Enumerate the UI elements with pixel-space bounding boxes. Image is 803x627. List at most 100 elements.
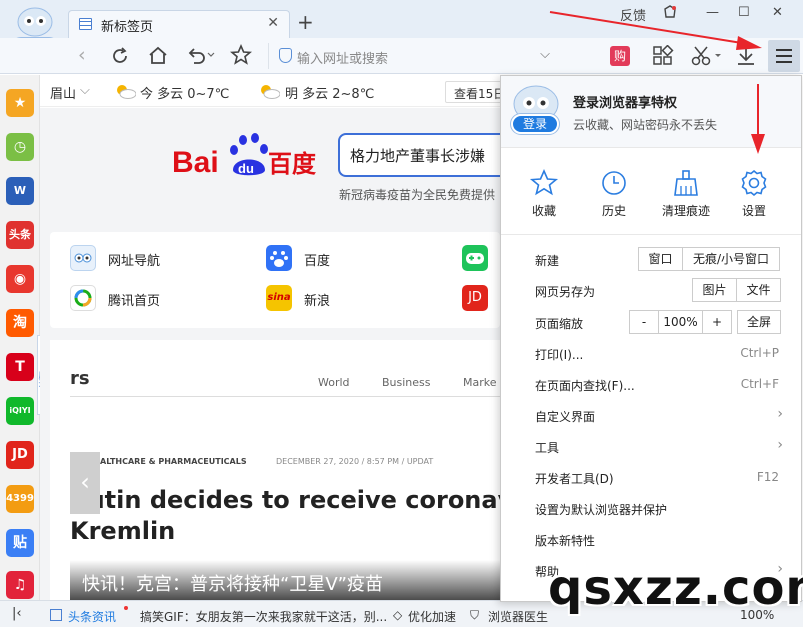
- menu-history-label[interactable]: 历史: [579, 202, 649, 219]
- site-grid: 网址导航 百度 腾讯首页 sina 新浪 JD: [50, 232, 500, 328]
- optimize-button[interactable]: 优化加速: [408, 608, 456, 625]
- notification-dot: [124, 606, 128, 610]
- news-headline[interactable]: Putin decides to receive coronavi: [70, 486, 500, 514]
- carousel-prev-button[interactable]: ‹: [70, 452, 100, 514]
- gear-icon[interactable]: [739, 168, 769, 198]
- chevron-right-icon: ›: [777, 437, 783, 453]
- logo-bai: Bai: [172, 146, 219, 179]
- menu-item-label: 自定义界面: [535, 410, 596, 424]
- address-input[interactable]: 输入网址或搜索: [297, 48, 388, 67]
- sidebar-item-iqiyi[interactable]: iQIYI: [6, 397, 34, 425]
- word-doc-icon[interactable]: W: [6, 177, 34, 205]
- menu-item-label: 工具: [535, 441, 560, 455]
- divider: [70, 396, 500, 397]
- menu-favorites-label[interactable]: 收藏: [509, 202, 579, 219]
- save-file-button[interactable]: 文件: [736, 278, 781, 302]
- fullscreen-button[interactable]: 全屏: [737, 310, 781, 334]
- new-private-window-button[interactable]: 无痕/小号窗口: [682, 247, 780, 271]
- menu-settings-label[interactable]: 设置: [719, 202, 789, 219]
- news-caption[interactable]: 快讯！克宫：普京将接种“卫星V”疫苗: [70, 560, 500, 600]
- menu-login-button[interactable]: 登录: [511, 114, 559, 134]
- news-nav-item[interactable]: Marke: [463, 376, 497, 389]
- news-category: ALTHCARE & PHARMACEUTICALS: [100, 457, 247, 466]
- shield-icon: ⛉: [470, 608, 480, 622]
- news-ticker[interactable]: 搞笑GIF：女朋友第一次来我家就干这活，别...: [140, 608, 387, 625]
- zoom-out-button[interactable]: -: [629, 310, 659, 334]
- sina-icon: sina: [266, 285, 292, 311]
- browser-doctor-button[interactable]: 浏览器医生: [488, 608, 548, 625]
- grid-icon: [79, 18, 92, 30]
- zoom-value: 100%: [658, 310, 703, 334]
- qq-icon: [70, 285, 96, 311]
- refresh-icon[interactable]: [110, 46, 130, 66]
- broom-icon[interactable]: [671, 168, 701, 198]
- site-link[interactable]: 腾讯首页: [108, 290, 160, 309]
- tab-new-tab[interactable]: 新标签页 ✕: [68, 10, 290, 38]
- home-icon[interactable]: [147, 45, 169, 65]
- site-link[interactable]: 百度: [304, 250, 330, 269]
- menu-item-label: 版本新特性: [535, 534, 596, 548]
- zoom-in-button[interactable]: +: [702, 310, 732, 334]
- annotation-arrow-icon: [549, 11, 762, 50]
- new-window-button[interactable]: 窗口: [638, 247, 683, 271]
- owl-icon: [70, 245, 96, 271]
- save-image-button[interactable]: 图片: [692, 278, 737, 302]
- favorites-star-icon[interactable]: ★: [6, 89, 34, 117]
- menu-item-shortcut: F12: [756, 470, 779, 484]
- close-window-button[interactable]: ✕: [772, 5, 783, 20]
- divider: [501, 234, 801, 235]
- sidebar-item-taobao[interactable]: 淘: [6, 309, 34, 337]
- menu-clear-label[interactable]: 清理痕迹: [651, 202, 721, 219]
- menu-login-title: 登录浏览器享特权: [573, 96, 678, 111]
- chevron-down-icon[interactable]: ⌵: [80, 83, 90, 98]
- sidebar-item-toutiao[interactable]: 头条: [6, 221, 34, 249]
- menu-save-label: 网页另存为: [535, 285, 596, 299]
- star-favorite-icon[interactable]: [230, 44, 252, 66]
- search-query[interactable]: 格力地产董事长涉嫌: [350, 145, 485, 166]
- partly-cloudy-icon: [117, 85, 136, 99]
- news-brand: rs: [70, 368, 90, 389]
- news-nav-item[interactable]: World: [318, 376, 350, 389]
- address-bar[interactable]: 输入网址或搜索 ⌵: [268, 43, 556, 69]
- site-link[interactable]: 网址导航: [108, 250, 160, 269]
- jd-icon[interactable]: JD: [462, 285, 488, 311]
- site-link[interactable]: 新浪: [304, 290, 330, 309]
- weather-today: 今 多云 0~7℃: [140, 87, 230, 102]
- search-input[interactable]: 格力地产董事长涉嫌: [338, 133, 500, 177]
- watermark-text: qsxzz.com: [548, 560, 803, 616]
- game-controller-icon[interactable]: [462, 245, 488, 271]
- main-menu-button[interactable]: [768, 40, 800, 72]
- menu-item-shortcut: Ctrl+F: [740, 377, 779, 391]
- history-clock-icon[interactable]: ◷: [6, 133, 34, 161]
- sidebar-toggle-icon[interactable]: |‹: [12, 606, 22, 621]
- baidu-logo[interactable]: Bai du 百度: [172, 128, 322, 180]
- clock-icon[interactable]: [599, 168, 629, 198]
- news-date: DECEMBER 27, 2020 / 8:57 PM / UPDAT: [276, 457, 434, 466]
- baidu-paw-icon: [266, 245, 292, 271]
- weather-tomorrow: 明 多云 2~8℃: [285, 87, 375, 102]
- new-tab-button[interactable]: +: [297, 10, 314, 34]
- netease-music-icon[interactable]: ♫: [6, 571, 34, 599]
- left-sidebar: ★ ◷ W 头条 ◉ 淘 T iQIYI JD 4399 贴 ♫: [0, 75, 40, 600]
- news-caption-text: 快讯！克宫：普京将接种“卫星V”疫苗: [82, 574, 383, 595]
- tab-close-button[interactable]: ✕: [267, 15, 279, 31]
- weibo-icon[interactable]: ◉: [6, 265, 34, 293]
- back-button[interactable]: ‹: [78, 44, 86, 66]
- menu-item-label: 开发者工具(D): [535, 472, 614, 486]
- logo-du: du: [238, 161, 254, 176]
- sidebar-item-tmall[interactable]: T: [6, 353, 34, 381]
- news-icon: [50, 609, 62, 621]
- avatar[interactable]: [12, 6, 58, 40]
- rocket-icon: ◇: [393, 608, 403, 622]
- sidebar-item-tieba[interactable]: 贴: [6, 529, 34, 557]
- search-hint[interactable]: 新冠病毒疫苗为全民免费提供: [339, 186, 495, 203]
- menu-new-label: 新建: [535, 254, 560, 268]
- news-nav-item[interactable]: Business: [382, 376, 431, 389]
- news-feed-label[interactable]: 头条资讯: [68, 608, 116, 625]
- sidebar-item-4399[interactable]: 4399: [6, 485, 34, 513]
- undo-icon[interactable]: [186, 45, 216, 65]
- star-icon[interactable]: [529, 168, 559, 198]
- sidebar-item-jd[interactable]: JD: [6, 441, 34, 469]
- news-headline[interactable]: Kremlin: [70, 517, 175, 545]
- weather-city[interactable]: 眉山: [50, 83, 76, 102]
